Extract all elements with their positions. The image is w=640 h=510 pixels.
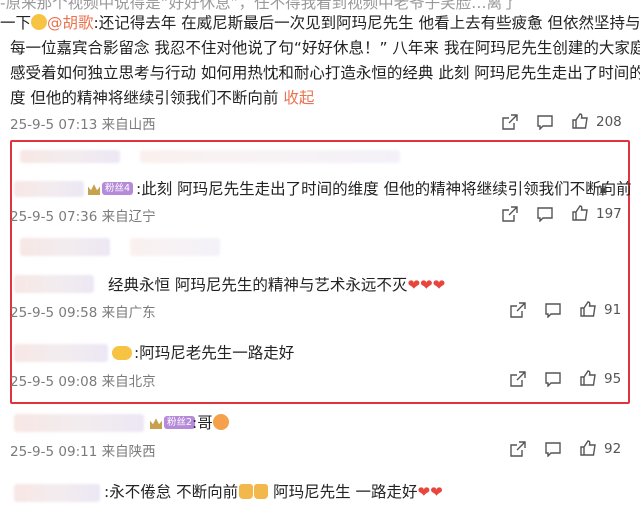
like-icon[interactable] bbox=[580, 440, 596, 456]
collapse-link[interactable]: 收起 bbox=[283, 89, 314, 107]
post-text-line3: 每一位嘉宾合影留念 我忍不住对他说了句“好好休息！” 八年来 我在阿玛尼先生创建… bbox=[10, 39, 640, 57]
reply-meta: 25-9-5 09:11 来自陕西 bbox=[10, 444, 156, 460]
share-icon[interactable] bbox=[502, 114, 518, 130]
reply-text-body: :哥 bbox=[192, 414, 213, 432]
reply-like-count: 92 bbox=[604, 441, 622, 457]
kiss-emoji-icon bbox=[212, 414, 229, 430]
reply-text: :阿玛尼老先生一路走好 bbox=[134, 344, 295, 362]
thumbs-up-icon bbox=[254, 484, 269, 499]
reply-meta: 25-9-5 09:08 来自北京 bbox=[10, 374, 156, 390]
reply-text: :哥 bbox=[192, 411, 229, 436]
post-text-line2-prefix: 一下 bbox=[0, 14, 32, 32]
post-text-line5: 度 但他的精神将继续引领我们不断向前 收起 bbox=[10, 86, 314, 111]
comment-icon[interactable] bbox=[545, 441, 561, 457]
avatar-name-blurred bbox=[14, 484, 100, 502]
blurred-text bbox=[20, 150, 120, 163]
like-icon[interactable] bbox=[580, 301, 596, 317]
comment-icon[interactable] bbox=[537, 206, 553, 222]
share-icon[interactable] bbox=[510, 371, 526, 387]
post-text-line2: 一下 @胡歌:还记得去年 在威尼斯最后一次见到阿玛尼先生 他看上去有些疲惫 但依然… bbox=[0, 11, 640, 36]
crown-icon bbox=[150, 418, 162, 429]
like-icon[interactable] bbox=[572, 205, 588, 221]
reply-text-body: :永不倦怠 不断向前 bbox=[104, 483, 239, 501]
comment-icon[interactable] bbox=[545, 371, 561, 387]
reply-meta: 25-9-5 07:36 来自辽宁 bbox=[10, 209, 156, 225]
reply-like-count: 95 bbox=[604, 371, 622, 387]
avatar-name-blurred bbox=[14, 275, 94, 293]
badge-icon bbox=[112, 346, 132, 360]
blurred-text bbox=[140, 150, 400, 163]
like-icon[interactable] bbox=[580, 370, 596, 386]
heart-icon: ❤❤❤ bbox=[407, 276, 446, 294]
comment-icon[interactable] bbox=[537, 114, 553, 130]
mention-link[interactable]: @胡歌 bbox=[47, 14, 94, 32]
avatar-name-blurred bbox=[14, 181, 84, 197]
reply-text: :此刻 阿玛尼先生走出了时间的维度 但他的精神将继续引领我们不断向前 bbox=[136, 180, 632, 198]
reply-text-body: 经典永恒 阿玛尼先生的精神与艺术永远不灭 bbox=[108, 276, 408, 294]
post-like-count: 208 bbox=[596, 114, 622, 130]
reply-like-count: 197 bbox=[596, 206, 622, 222]
candle-icon: ♜ bbox=[597, 184, 609, 199]
share-icon[interactable] bbox=[510, 302, 526, 318]
share-icon[interactable] bbox=[502, 206, 518, 222]
like-icon[interactable] bbox=[572, 113, 588, 129]
fan-badge: 粉丝4 bbox=[102, 182, 134, 195]
share-icon[interactable] bbox=[510, 441, 526, 457]
reply-meta: 25-9-5 09:58 来自广东 bbox=[10, 305, 156, 321]
blurred-text bbox=[20, 238, 110, 256]
blurred-text bbox=[130, 238, 220, 256]
comment-icon[interactable] bbox=[545, 302, 561, 318]
avatar-name-blurred bbox=[14, 344, 108, 362]
post-text-line4: 感受着如何独立思考与行动 如何用热忱和耐心打造永恒的经典 此刻 阿玛尼先生走出了… bbox=[10, 64, 640, 82]
fan-badge: 粉丝2 bbox=[164, 416, 196, 429]
post-text-line2-rest: :还记得去年 在威尼斯最后一次见到阿玛尼先生 他看上去有些疲惫 但依然坚持与 bbox=[93, 14, 640, 32]
post-text-line5-body: 度 但他的精神将继续引领我们不断向前 bbox=[10, 89, 279, 107]
heart-icon: ❤❤ bbox=[417, 483, 443, 501]
post-meta: 25-9-5 07:13 来自山西 bbox=[10, 117, 156, 133]
smile-emoji-icon bbox=[31, 14, 48, 30]
reply-text: :永不倦怠 不断向前 阿玛尼先生 一路走好❤❤ bbox=[104, 480, 443, 505]
reply-text-body-2: 阿玛尼先生 一路走好 bbox=[268, 483, 418, 501]
reply-text: 经典永恒 阿玛尼先生的精神与艺术永远不灭❤❤❤ bbox=[108, 273, 445, 298]
reply-like-count: 91 bbox=[604, 302, 622, 318]
avatar-name-blurred bbox=[14, 414, 144, 432]
thumbs-up-icon bbox=[239, 484, 254, 499]
